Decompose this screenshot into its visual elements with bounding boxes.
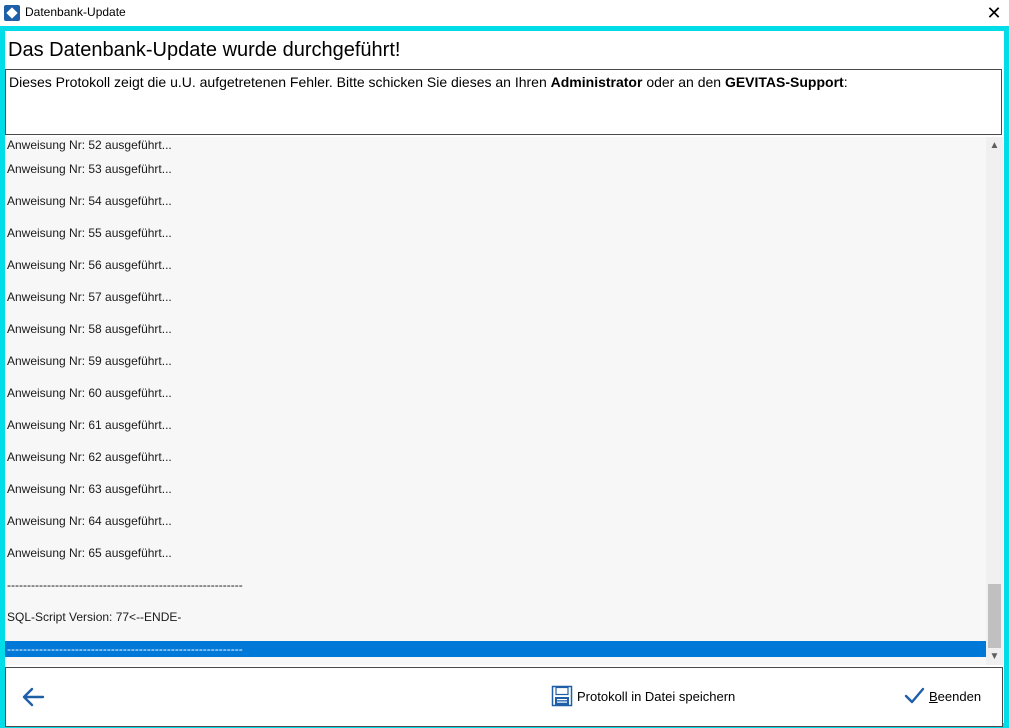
- log-line: Anweisung Nr: 62 ausgeführt...: [7, 450, 172, 464]
- log-line: Anweisung Nr: 61 ausgeführt...: [7, 418, 172, 432]
- info-support: GEVITAS-Support: [724, 74, 844, 90]
- button-bar: Protokoll in Datei speichern Beenden: [5, 667, 1003, 727]
- log-line: Anweisung Nr: 54 ausgeführt...: [7, 194, 172, 208]
- log-line: ----------------------------------------…: [7, 578, 243, 592]
- info-text-part: Dieses Protokoll zeigt die u.U. aufgetre…: [9, 74, 551, 90]
- save-log-button[interactable]: Protokoll in Datei speichern: [551, 682, 735, 710]
- info-box: Dieses Protokoll zeigt die u.U. aufgetre…: [5, 69, 1002, 135]
- log-line: SQL-Script Version: 77<--ENDE-: [7, 610, 182, 624]
- arrow-left-icon: [22, 687, 45, 707]
- log-area[interactable]: Anweisung Nr: 52 ausgeführt... Anweisung…: [5, 137, 1003, 665]
- save-log-label: Protokoll in Datei speichern: [577, 688, 736, 704]
- finish-label: Beenden: [929, 689, 981, 704]
- log-line: Anweisung Nr: 57 ausgeführt...: [7, 290, 172, 304]
- log-list: Anweisung Nr: 52 ausgeführt... Anweisung…: [5, 137, 986, 657]
- log-line: Anweisung Nr: 59 ausgeführt...: [7, 354, 172, 368]
- floppy-disk-icon: [551, 685, 573, 707]
- checkmark-icon: [904, 687, 925, 704]
- info-text: Dieses Protokoll zeigt die u.U. aufgetre…: [9, 74, 848, 90]
- scroll-down-arrow-icon[interactable]: ▼: [986, 648, 1003, 665]
- log-line-selected[interactable]: ----------------------------------------…: [5, 641, 986, 657]
- log-line: Anweisung Nr: 64 ausgeführt...: [7, 514, 172, 528]
- log-scrollbar[interactable]: ▲ ▼: [986, 137, 1003, 665]
- close-button[interactable]: ✕: [979, 0, 1009, 26]
- window-title: Datenbank-Update: [25, 5, 126, 19]
- info-text-part: :: [843, 74, 848, 90]
- log-line: Anweisung Nr: 52 ausgeführt...: [7, 138, 172, 152]
- window-frame: Das Datenbank-Update wurde durchgeführt!…: [0, 26, 1009, 728]
- back-button[interactable]: [18, 682, 48, 712]
- log-line: Anweisung Nr: 56 ausgeführt...: [7, 258, 172, 272]
- app-icon: [4, 5, 20, 21]
- page-title: Das Datenbank-Update wurde durchgeführt!: [8, 39, 401, 61]
- finish-label-accesskey: B: [929, 688, 938, 704]
- dialog-content: Das Datenbank-Update wurde durchgeführt!…: [5, 31, 1004, 727]
- log-line: Anweisung Nr: 58 ausgeführt...: [7, 322, 172, 336]
- log-line: Anweisung Nr: 60 ausgeführt...: [7, 386, 172, 400]
- finish-label-rest: eenden: [937, 688, 982, 704]
- finish-button[interactable]: Beenden: [903, 682, 981, 710]
- log-line: Anweisung Nr: 55 ausgeführt...: [7, 226, 172, 240]
- log-line: Anweisung Nr: 63 ausgeführt...: [7, 482, 172, 496]
- log-line: Anweisung Nr: 65 ausgeführt...: [7, 546, 172, 560]
- scrollbar-thumb[interactable]: [988, 584, 1001, 648]
- info-text-part: oder an den: [642, 74, 725, 90]
- scroll-up-arrow-icon[interactable]: ▲: [986, 137, 1003, 154]
- log-line: Anweisung Nr: 53 ausgeführt...: [7, 162, 172, 176]
- title-bar: Datenbank-Update ✕: [0, 0, 1009, 27]
- info-administrator: Administrator: [550, 74, 643, 90]
